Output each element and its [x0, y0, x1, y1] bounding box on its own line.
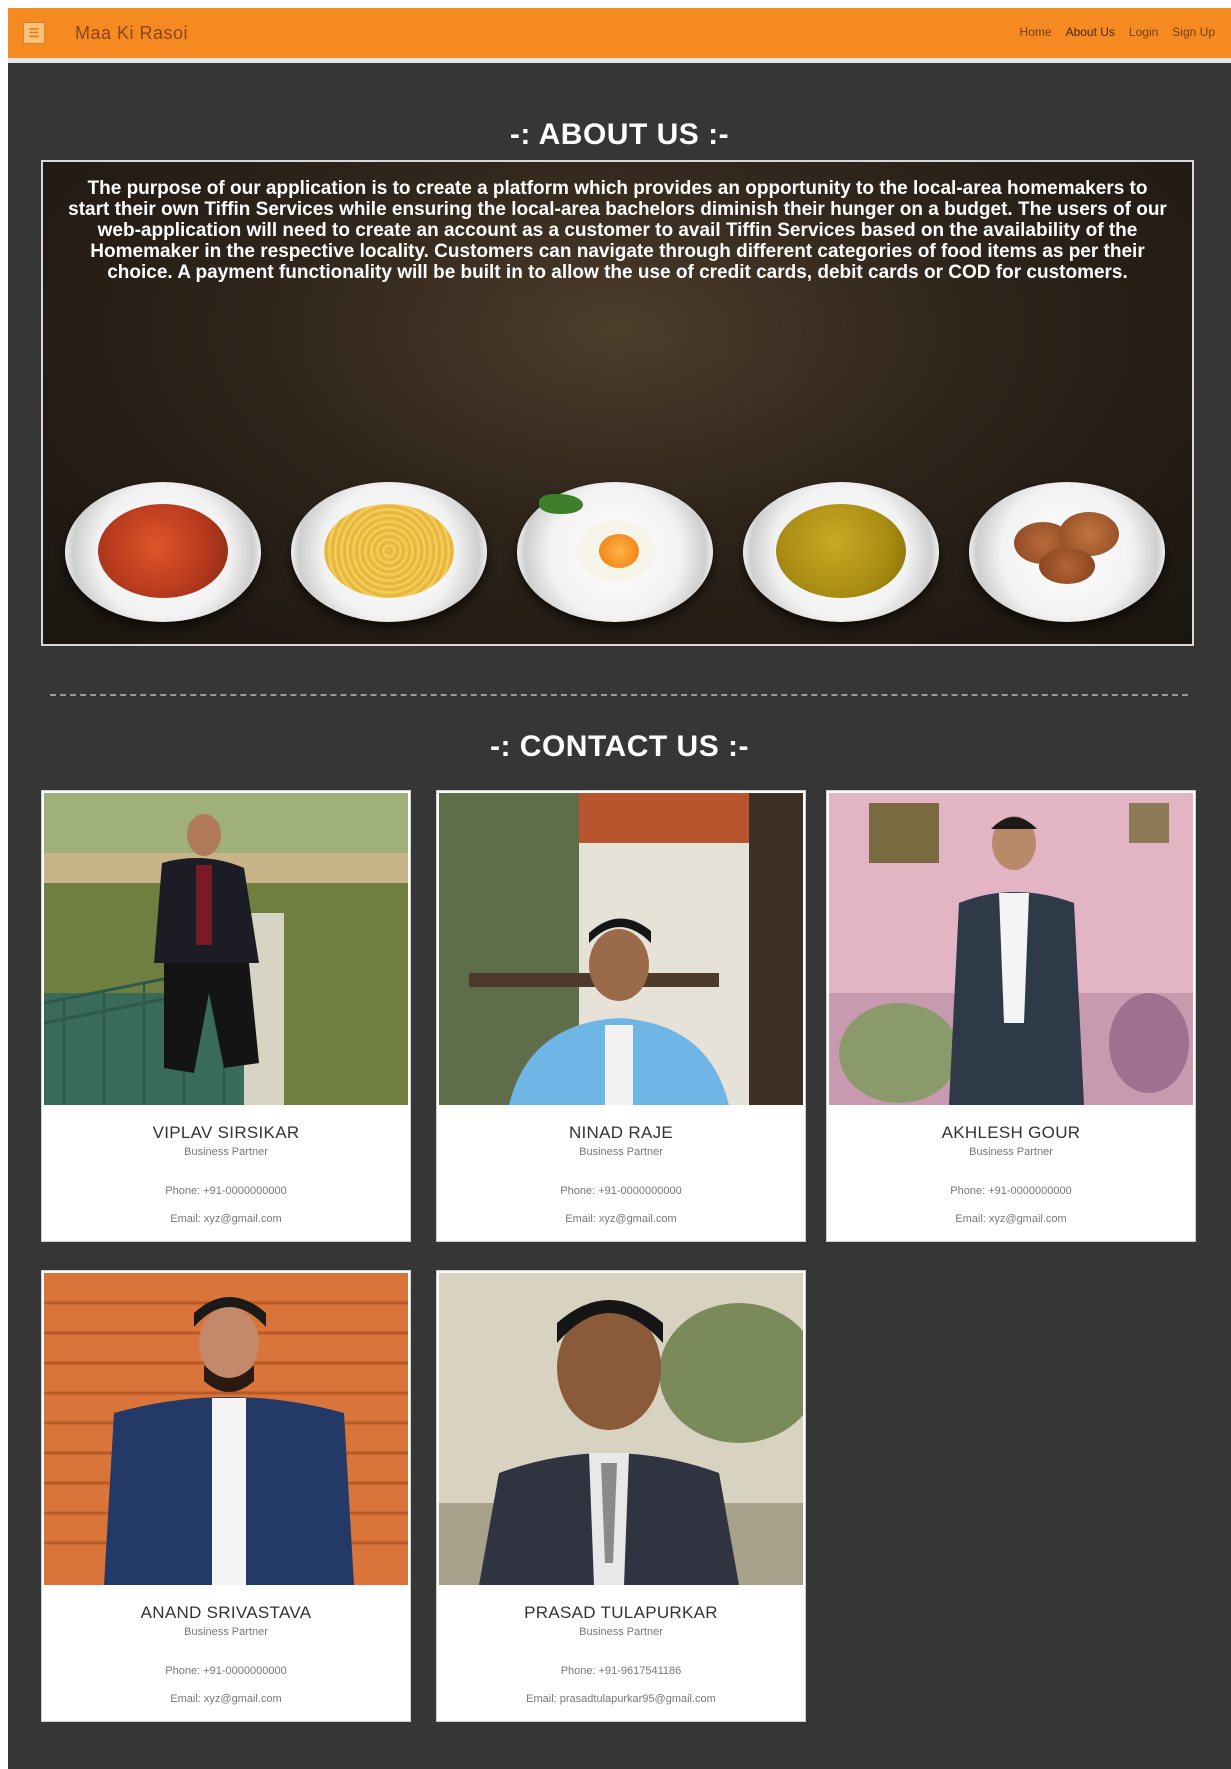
brand-logo-icon[interactable]: ☰	[23, 22, 45, 44]
member-photo	[44, 793, 408, 1105]
nav-link-about-us[interactable]: About Us	[1066, 25, 1115, 39]
contact-card: VIPLAV SIRSIKAR Business Partner Phone: …	[41, 790, 411, 1242]
member-phone: Phone: +91-0000000000	[560, 1185, 682, 1197]
nav-links: Home About Us Login Sign Up	[1020, 25, 1215, 39]
contact-card: NINAD RAJE Business Partner Phone: +91-0…	[436, 790, 806, 1242]
member-phone: Phone: +91-0000000000	[165, 1665, 287, 1677]
nav-link-sign-up[interactable]: Sign Up	[1172, 25, 1215, 39]
contact-card: AKHLESH GOUR Business Partner Phone: +91…	[826, 790, 1196, 1242]
contact-title: -: CONTACT US :-	[489, 730, 750, 763]
member-phone: Phone: +91-0000000000	[165, 1185, 287, 1197]
about-box: The purpose of our application is to cre…	[41, 160, 1194, 646]
brand-name[interactable]: Maa Ki Rasoi	[75, 23, 188, 44]
member-photo	[44, 1273, 408, 1585]
member-name: VIPLAV SIRSIKAR	[152, 1123, 300, 1142]
contact-card: ANAND SRIVASTAVA Business Partner Phone:…	[41, 1270, 411, 1722]
member-phone: Phone: +91-9617541186	[560, 1665, 682, 1677]
member-email[interactable]: Email: xyz@gmail.com	[827, 1213, 1195, 1225]
member-role: Business Partner	[579, 1146, 663, 1158]
plate-curry-image	[65, 482, 261, 622]
member-role: Business Partner	[579, 1626, 663, 1638]
member-name: ANAND SRIVASTAVA	[140, 1603, 312, 1622]
member-role: Business Partner	[184, 1146, 268, 1158]
plate-fried-chicken-image	[969, 482, 1165, 622]
food-plates	[65, 482, 1175, 622]
member-name: PRASAD TULAPURKAR	[524, 1603, 718, 1622]
member-email[interactable]: Email: xyz@gmail.com	[437, 1213, 805, 1225]
member-photo	[439, 1273, 803, 1585]
nav-link-home[interactable]: Home	[1020, 25, 1052, 39]
member-phone: Phone: +91-0000000000	[950, 1185, 1072, 1197]
member-email[interactable]: Email: prasadtulapurkar95@gmail.com	[437, 1693, 805, 1705]
navbar: ☰ Maa Ki Rasoi Home About Us Login Sign …	[8, 8, 1231, 63]
member-name: AKHLESH GOUR	[941, 1123, 1081, 1142]
nav-link-login[interactable]: Login	[1129, 25, 1158, 39]
member-name: NINAD RAJE	[568, 1123, 674, 1142]
contact-card: PRASAD TULAPURKAR Business Partner Phone…	[436, 1270, 806, 1722]
plate-noodles-image	[291, 482, 487, 622]
member-photo	[439, 793, 803, 1105]
page: ☰ Maa Ki Rasoi Home About Us Login Sign …	[8, 8, 1231, 1769]
member-photo	[829, 793, 1193, 1105]
about-title: -: ABOUT US :-	[509, 118, 730, 151]
member-email[interactable]: Email: xyz@gmail.com	[42, 1213, 410, 1225]
plate-soup-image	[743, 482, 939, 622]
section-divider	[50, 694, 1188, 696]
plate-egg-image	[517, 482, 713, 622]
member-role: Business Partner	[969, 1146, 1053, 1158]
about-text: The purpose of our application is to cre…	[68, 178, 1167, 283]
member-role: Business Partner	[184, 1626, 268, 1638]
member-email[interactable]: Email: xyz@gmail.com	[42, 1693, 410, 1705]
